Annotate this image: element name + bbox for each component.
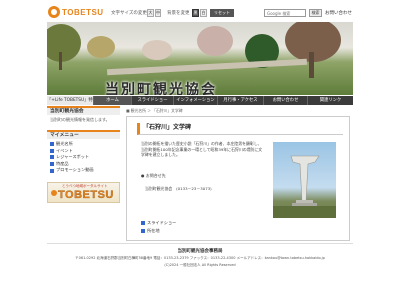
portal-banner[interactable]: とうべつ地域ポータルサイト TOBETSU [47,181,120,203]
banner-tree [142,40,172,60]
bullet-icon [50,148,54,153]
content-box: 「石狩川」文学碑 当別の開拓を描いた歴史小説「石狩川」の作者、本庄陸男を顕彰し、… [126,116,350,241]
font-size-label: 文字サイズの変更 [111,11,147,16]
nav-links[interactable]: 関連リンク [308,96,353,105]
link-icon [141,221,145,225]
footer: 当別町観光協会事務局 〒061-0292 北海道石狩郡当別町白樺町58番地9 電… [47,243,353,273]
bullet-icon [50,142,54,147]
bg-white-button[interactable]: 白 [200,9,207,17]
breadcrumb[interactable]: ■ 観光名所 ＞ 「石狩川」文学碑 [126,108,183,114]
location-link[interactable]: 所在地 [141,228,160,234]
reset-button[interactable]: リセット [210,9,234,17]
sidebar-item-sightseeing[interactable]: 観光名所 [50,141,117,148]
link-label: 所在地 [147,228,160,233]
nav-information[interactable]: インフォメーション [174,96,218,105]
bullet-icon [50,155,54,160]
content-body: 当別の開拓を描いた歴史小説「石狩川」の作者、本庄陸男を顕彰し、当別町開拓100年… [141,141,263,158]
link-label: スライドショー [147,220,177,225]
sidebar-item-label: レジャースポット [56,154,90,160]
sidebar-item-leisure[interactable]: レジャースポット [50,154,117,161]
nav-home[interactable]: ホーム [94,96,132,105]
search-input[interactable] [264,9,306,17]
sidebar-menu: 観光名所 イベント レジャースポット 特産品 プロモーション動画 [47,139,120,176]
banner-road [106,58,308,76]
search-button[interactable]: 検索 [309,9,322,17]
footer-org: 当別町観光協会事務局 [177,249,223,254]
top-bar: TOBETSU 文字サイズの変更 大 中 小 背景を変更 黒 白 リセット 検索… [0,0,400,22]
slideshow-link[interactable]: スライドショー [141,220,176,226]
footer-copyright: (C)2024 一般社団法人 All Rights Reserved [164,263,236,267]
banner-trunk [309,52,314,78]
banner-tree [87,36,115,58]
monument-photo [273,142,336,218]
contact-heading: ● お問合せ先 [141,173,166,178]
banner-tree [197,26,233,56]
footer-address: 〒061-0292 北海道石狩郡当別町白樺町58番地9 電話：0133-23-2… [75,256,325,260]
nav-contact[interactable]: お問い合わせ [264,96,308,105]
page-title: 「石狩川」文学碑 [137,123,343,135]
sidebar-item-promo-video[interactable]: プロモーション動画 [50,167,117,174]
bg-black-button[interactable]: 黒 [192,9,199,17]
bullet-icon [50,162,54,167]
banner-trunk [59,52,62,70]
banner-title: 当別町観光協会 [105,82,217,95]
portal-logo-icon [51,189,57,196]
contact-line: 当別町観光協会 (0133－23－3073) [145,186,212,191]
nav-special-page[interactable]: 「+Life TOBETSU」特設ページ [47,96,94,105]
link-icon [141,229,145,233]
global-nav: 「+Life TOBETSU」特設ページ ホーム スライドショー インフォメーシ… [47,96,353,105]
font-size-large-button[interactable]: 大 [147,9,154,17]
bg-color-label: 背景を変更 [167,11,190,16]
inquiry-link[interactable]: お問い合わせ [325,10,352,16]
site-logo[interactable]: TOBETSU [48,6,104,18]
monument-illustration [273,155,336,218]
banner-tree [47,24,81,62]
bullet-icon [50,168,54,173]
portal-banner-title: TOBETSU [58,188,114,201]
nav-slideshow[interactable]: スライドショー [132,96,174,105]
sidebar-menu-title: マイメニュー [47,130,120,139]
logo-mark-icon [48,6,60,18]
logo-text: TOBETSU [62,7,104,17]
search-area: 検索 お問い合わせ [264,9,352,17]
sidebar-section-text: 当別町の観光情報を発信します。 [50,117,110,122]
sidebar: 当別町観光協会 当別町の観光情報を発信します。 マイメニュー 観光名所 イベント… [47,106,120,203]
nav-events-access[interactable]: 月行事・アクセス [218,96,264,105]
sidebar-item-label: 観光名所 [56,141,73,146]
header-banner-image: 当別町観光協会 [47,22,353,95]
font-size-medium-button[interactable]: 中 [155,9,161,17]
sidebar-section-title: 当別町観光協会 [47,106,120,115]
sidebar-item-label: プロモーション動画 [56,167,94,173]
